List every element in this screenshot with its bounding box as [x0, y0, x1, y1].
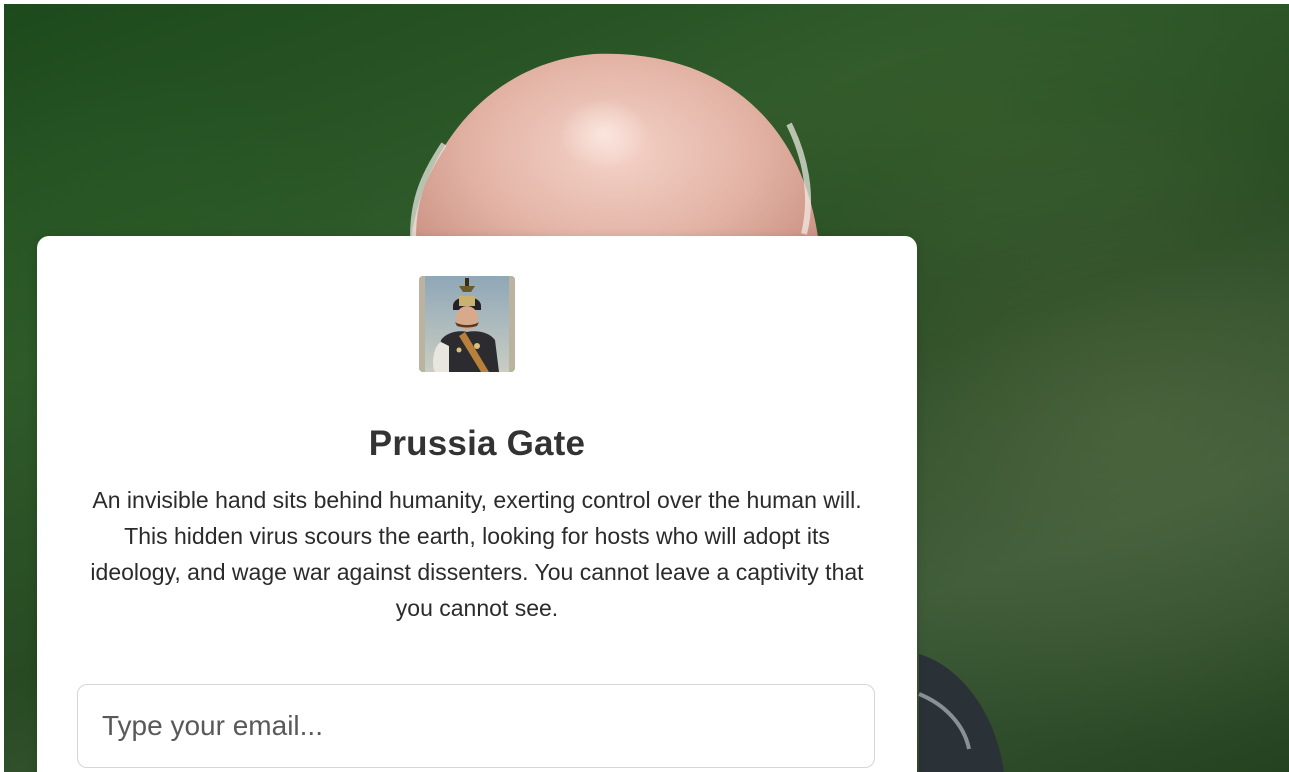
publication-logo[interactable]: [419, 276, 515, 372]
email-input[interactable]: [77, 684, 875, 768]
publication-logo-portrait-icon: [419, 276, 515, 372]
subscribe-card: Prussia Gate An invisible hand sits behi…: [37, 236, 917, 772]
page-frame: Prussia Gate An invisible hand sits behi…: [4, 4, 1289, 772]
publication-description: An invisible hand sits behind humanity, …: [90, 487, 864, 621]
publication-title: Prussia Gate: [368, 424, 586, 463]
